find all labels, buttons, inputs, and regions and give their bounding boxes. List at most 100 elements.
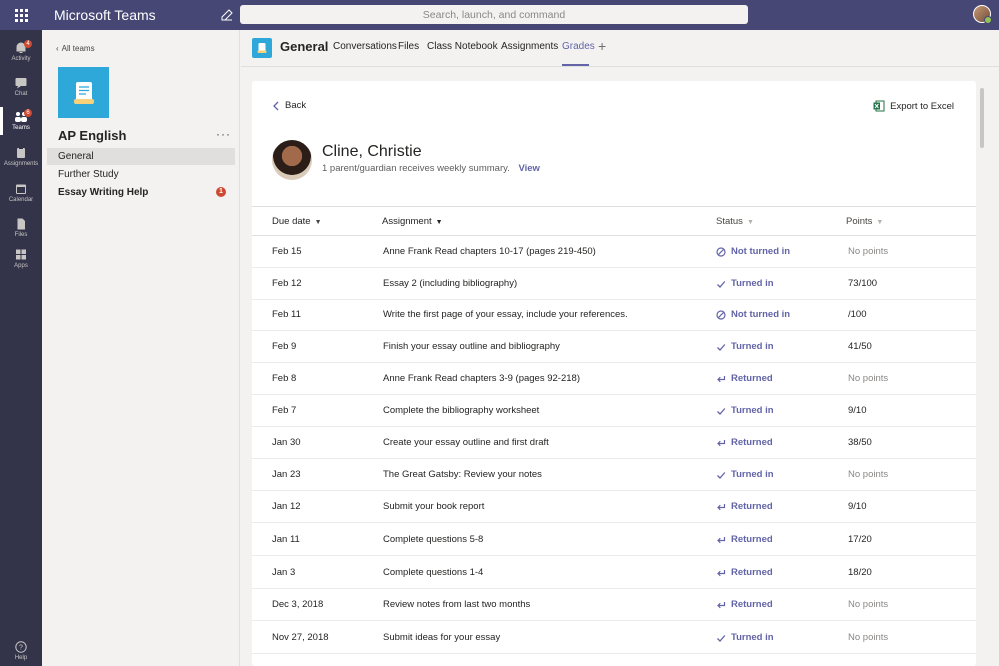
column-header-points[interactable]: Points ▼ [846,216,883,227]
channel-badge: 1 [216,187,226,197]
assignment-cell[interactable]: Complete the bibliography worksheet [383,405,539,416]
rail-teams[interactable]: Teams 6 [0,104,42,138]
status-cell: Returned [716,599,773,610]
grades-panel: Back Export to Excel Cline, Christie 1 p… [252,81,976,666]
assignment-cell[interactable]: Anne Frank Read chapters 3-9 (pages 92-2… [383,373,580,384]
sort-down-icon: ▼ [435,219,443,226]
table-row[interactable]: Feb 7 Complete the bibliography worksheet… [252,395,976,427]
assignment-cell[interactable]: Complete questions 5-8 [383,534,483,545]
tab-assignments[interactable]: Assignments [501,41,558,52]
rail-label: Help [14,655,28,661]
table-row[interactable]: Jan 3 Complete questions 1-4 Returned 18/20 [252,557,976,589]
due-date-cell: Jan 11 [272,534,300,545]
table-row[interactable]: Dec 3, 2018 Review notes from last two mo… [252,589,976,621]
not-turned-in-icon [716,246,726,257]
rail-calendar[interactable]: Calendar [0,176,42,210]
checkmark-icon [717,407,726,415]
rail-files[interactable]: Files [0,211,42,245]
due-date-cell: Nov 27, 2018 [272,632,329,643]
export-to-excel-button[interactable]: Export to Excel [873,100,954,112]
assignment-cell[interactable]: Submit ideas for your essay [383,632,500,643]
table-row[interactable]: Feb 9 Finish your essay outline and bibli… [252,331,976,363]
column-header-assignment[interactable]: Assignment ▼ [382,216,443,227]
points-cell: No points [848,246,889,257]
rail-assignments[interactable]: Assignments [0,140,42,174]
all-teams-link[interactable]: ‹ All teams [56,44,95,53]
status-label: Returned [731,567,773,578]
export-label: Export to Excel [890,100,954,112]
due-date-cell: Jan 23 [272,469,301,480]
add-tab-icon[interactable]: + [598,38,606,54]
status-label: Turned in [731,469,774,480]
new-chat-icon[interactable] [216,4,238,26]
due-date-cell: Feb 8 [272,373,297,384]
tab-conversations[interactable]: Conversations [333,41,397,52]
table-row[interactable]: Nov 27, 2018 Submit ideas for your essay T… [252,622,976,654]
return-arrow-icon [717,503,726,510]
more-options-icon[interactable]: ··· [216,127,231,141]
assignment-cell[interactable]: Create your essay outline and first draf… [383,437,549,448]
scroll-icon [73,81,94,104]
teams-badge: 6 [24,109,32,117]
user-avatar[interactable] [973,5,992,24]
search-input[interactable]: Search, launch, and command [240,5,748,24]
points-cell: 9/10 [848,501,867,512]
svg-text:?: ? [19,645,23,652]
table-row[interactable]: Feb 11 Write the first page of your essay… [252,299,976,331]
channel-further-study[interactable]: Further Study [47,166,235,183]
channel-header: General Conversations Files Class Notebo… [241,30,999,67]
table-row[interactable]: Feb 15 Anne Frank Read chapters 10-17 (pa… [252,236,976,268]
assignment-cell[interactable]: Essay 2 (including bibliography) [383,278,517,289]
channel-general[interactable]: General [47,148,235,165]
rail-label: Teams [12,125,30,131]
tab-files[interactable]: Files [398,41,419,52]
column-header-status[interactable]: Status ▼ [716,216,754,227]
status-label: Returned [731,437,773,448]
activity-badge: 4 [24,40,32,48]
view-link[interactable]: View [518,163,539,174]
table-row[interactable]: Jan 11 Complete questions 5-8 Returned 17/2… [252,524,976,556]
status-cell: Turned in [716,278,774,289]
status-label: Returned [731,501,773,512]
scrollbar[interactable] [980,88,984,148]
rail-chat[interactable]: Chat [0,70,42,104]
points-cell: No points [848,469,889,480]
status-cell: Returned [716,501,773,512]
app-launcher-icon[interactable] [0,0,42,30]
table-row[interactable]: Jan 30 Create your essay outline and firs… [252,427,976,459]
assignment-cell[interactable]: The Great Gatsby: Review your notes [383,469,542,480]
excel-icon [873,100,885,112]
rail-activity[interactable]: Activity 4 [0,35,42,69]
table-row[interactable]: Jan 23 The Great Gatsby: Review your note… [252,459,976,491]
checkmark-icon [717,280,726,288]
table-row[interactable]: Jan 12 Submit your book report Returned 9/1… [252,491,976,523]
rail-label: Chat [14,91,28,97]
status-cell: Turned in [716,341,774,352]
points-cell: 17/20 [848,534,872,545]
return-arrow-icon [717,375,726,382]
due-date-cell: Jan 3 [272,567,296,578]
help-icon: ? [15,641,27,653]
column-label: Status [716,216,743,227]
table-row[interactable]: Feb 8 Anne Frank Read chapters 3-9 (pages… [252,363,976,395]
app-rail: Activity 4 Chat Teams 6 Assignments Cale… [0,30,42,666]
assignment-cell[interactable]: Finish your essay outline and bibliograp… [383,341,560,352]
rail-apps[interactable]: Apps [0,242,42,276]
assignment-cell[interactable]: Anne Frank Read chapters 10-17 (pages 21… [383,246,596,257]
assignment-cell[interactable]: Review notes from last two months [383,599,530,610]
back-button[interactable]: Back [272,100,306,111]
status-cell: Turned in [716,632,774,643]
tab-class-notebook[interactable]: Class Notebook [427,41,498,52]
assignment-cell[interactable]: Submit your book report [383,501,484,512]
sort-down-icon: ▼ [314,219,322,226]
column-header-due-date[interactable]: Due date ▼ [272,216,322,227]
assignment-cell[interactable]: Write the first page of your essay, incl… [383,309,628,320]
all-teams-label: All teams [61,44,95,53]
app-title: Microsoft Teams [54,7,156,23]
rail-help[interactable]: ? Help [0,634,42,666]
tab-grades[interactable]: Grades [562,41,595,52]
assignment-cell[interactable]: Complete questions 1-4 [383,567,483,578]
table-row[interactable]: Feb 12 Essay 2 (including bibliography) Tu… [252,268,976,300]
channel-essay-writing-help[interactable]: Essay Writing Help 1 [47,184,235,201]
channel-title: General [280,39,329,54]
